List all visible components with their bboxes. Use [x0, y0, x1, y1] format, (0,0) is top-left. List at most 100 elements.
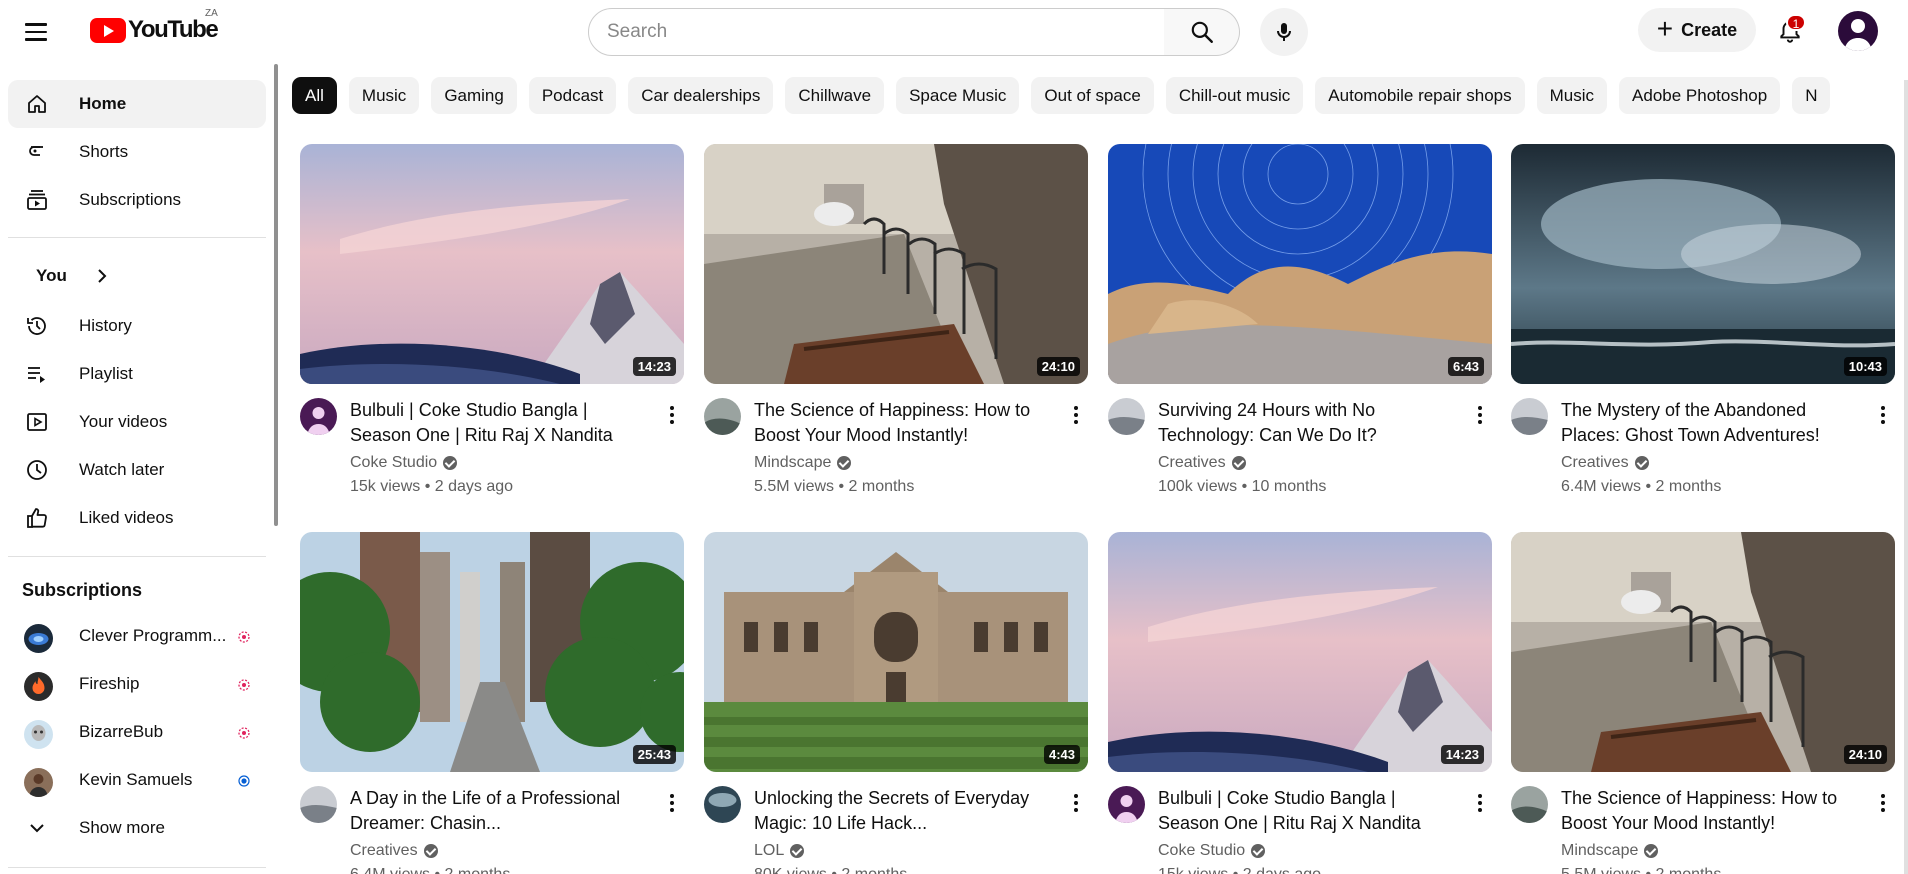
video-channel[interactable]: Mindscape [1561, 842, 1659, 860]
youtube-logo[interactable]: YouTube [90, 16, 219, 44]
sidebar-item-playlist[interactable]: Playlist [8, 350, 266, 398]
more-actions-icon[interactable] [660, 400, 684, 430]
search-input[interactable] [607, 21, 1164, 43]
video-thumbnail[interactable]: 6:43 [1108, 144, 1492, 384]
more-actions-icon[interactable] [1468, 788, 1492, 818]
video-thumbnail[interactable]: 24:10 [1511, 532, 1895, 772]
your-videos-icon [24, 410, 50, 434]
verified-icon [1231, 456, 1246, 470]
channel-avatar[interactable] [1108, 786, 1145, 823]
chip-gaming[interactable]: Gaming [431, 77, 517, 114]
subscription-item[interactable]: Clever Programm... [8, 612, 266, 660]
sidebar-item-your-videos[interactable]: Your videos [8, 398, 266, 446]
video-title[interactable]: The Science of Happiness: How to Boost Y… [754, 398, 1054, 448]
chip-car-dealerships[interactable]: Car dealerships [628, 77, 774, 114]
subscription-item[interactable]: Fireship [8, 660, 266, 708]
subscription-label: Fireship [79, 674, 140, 693]
page-scrollbar[interactable] [1904, 80, 1908, 874]
youtube-play-icon [90, 17, 126, 43]
video-channel[interactable]: Coke Studio [1158, 842, 1266, 860]
channel-name[interactable]: Mindscape [1561, 842, 1638, 860]
sidebar-item-subscriptions[interactable]: Subscriptions [8, 176, 266, 224]
chip-automobile-repair-shops[interactable]: Automobile repair shops [1315, 77, 1525, 114]
video-duration: 6:43 [1447, 357, 1484, 376]
chip-adobe-photoshop[interactable]: Adobe Photoshop [1619, 77, 1781, 114]
chip-out-of-space[interactable]: Out of space [1031, 77, 1154, 114]
channel-name[interactable]: Creatives [1561, 454, 1629, 472]
channel-name[interactable]: LOL [754, 842, 784, 860]
channel-avatar[interactable] [1511, 398, 1548, 435]
chip-space-music[interactable]: Space Music [896, 77, 1020, 114]
channel-name[interactable]: Creatives [350, 842, 418, 860]
video-channel[interactable]: Creatives [1561, 454, 1649, 472]
video-title[interactable]: Unlocking the Secrets of Everyday Magic:… [754, 786, 1054, 836]
channel-avatar[interactable] [1108, 398, 1145, 435]
channel-avatar[interactable] [704, 786, 741, 823]
masthead: YouTube ZA + Create 1 [0, 0, 1908, 64]
subscription-item[interactable]: Kevin Samuels [8, 756, 266, 804]
sidebar-scrollbar[interactable] [274, 64, 278, 526]
sidebar-item-home[interactable]: Home [8, 80, 266, 128]
voice-search-button[interactable] [1260, 8, 1308, 56]
chip-chill-out-music[interactable]: Chill-out music [1165, 77, 1304, 114]
video-thumbnail[interactable]: 10:43 [1511, 144, 1895, 384]
video-thumbnail[interactable]: 14:23 [1108, 532, 1492, 772]
channel-avatar[interactable] [300, 786, 337, 823]
sidebar-item-history[interactable]: History [8, 302, 266, 350]
you-section-link[interactable]: You [36, 266, 109, 286]
video-channel[interactable]: Creatives [350, 842, 438, 860]
video-title[interactable]: Bulbuli | Coke Studio Bangla | Season On… [350, 398, 650, 448]
create-button[interactable]: + Create [1638, 8, 1756, 52]
video-duration: 4:43 [1043, 745, 1080, 764]
video-title[interactable]: Bulbuli | Coke Studio Bangla | Season On… [1158, 786, 1458, 836]
more-actions-icon[interactable] [1871, 400, 1895, 430]
video-channel[interactable]: Mindscape [754, 454, 852, 472]
chips-fade [1840, 77, 1900, 115]
chip-more[interactable]: N [1792, 77, 1831, 114]
video-title[interactable]: A Day in the Life of a Professional Drea… [350, 786, 650, 836]
channel-avatar[interactable] [704, 398, 741, 435]
video-duration: 14:23 [1440, 745, 1484, 764]
channel-name[interactable]: Coke Studio [350, 454, 437, 472]
more-actions-icon[interactable] [1064, 400, 1088, 430]
chip-music-2[interactable]: Music [1536, 77, 1608, 114]
video-thumbnail[interactable]: 24:10 [704, 144, 1088, 384]
channel-name[interactable]: Mindscape [754, 454, 831, 472]
show-more-label: Show more [79, 818, 165, 837]
account-avatar[interactable] [1838, 11, 1878, 51]
sidebar-item-label: Shorts [79, 142, 129, 161]
more-actions-icon[interactable] [660, 788, 684, 818]
channel-name[interactable]: Coke Studio [1158, 842, 1245, 860]
sidebar-item-watch-later[interactable]: Watch later [8, 446, 266, 494]
show-more-button[interactable]: Show more [8, 804, 266, 852]
menu-icon[interactable] [16, 14, 56, 50]
live-indicator-icon [238, 631, 250, 643]
channel-avatar[interactable] [300, 398, 337, 435]
video-channel[interactable]: LOL [754, 842, 805, 860]
video-title[interactable]: The Mystery of the Abandoned Places: Gho… [1561, 398, 1861, 448]
chip-chillwave[interactable]: Chillwave [785, 77, 885, 114]
video-thumbnail[interactable]: 25:43 [300, 532, 684, 772]
video-channel[interactable]: Creatives [1158, 454, 1246, 472]
chip-all[interactable]: All [292, 77, 337, 114]
subscription-item[interactable]: BizarreBub [8, 708, 266, 756]
video-channel[interactable]: Coke Studio [350, 454, 458, 472]
channel-avatar[interactable] [1511, 786, 1548, 823]
video-title[interactable]: The Science of Happiness: How to Boost Y… [1561, 786, 1861, 836]
subscription-label: Clever Programm... [79, 626, 227, 645]
video-thumbnail[interactable]: 14:23 [300, 144, 684, 384]
sidebar-item-label: Playlist [79, 364, 133, 383]
more-actions-icon[interactable] [1871, 788, 1895, 818]
more-actions-icon[interactable] [1468, 400, 1492, 430]
playlist-icon [24, 362, 50, 386]
chip-podcast[interactable]: Podcast [528, 77, 617, 114]
search-button[interactable] [1164, 8, 1240, 56]
sidebar-item-liked-videos[interactable]: Liked videos [8, 494, 266, 542]
channel-avatar [24, 768, 53, 797]
video-thumbnail[interactable]: 4:43 [704, 532, 1088, 772]
sidebar-item-shorts[interactable]: Shorts [8, 128, 266, 176]
more-actions-icon[interactable] [1064, 788, 1088, 818]
video-title[interactable]: Surviving 24 Hours with No Technology: C… [1158, 398, 1458, 448]
channel-name[interactable]: Creatives [1158, 454, 1226, 472]
chip-music[interactable]: Music [348, 77, 420, 114]
